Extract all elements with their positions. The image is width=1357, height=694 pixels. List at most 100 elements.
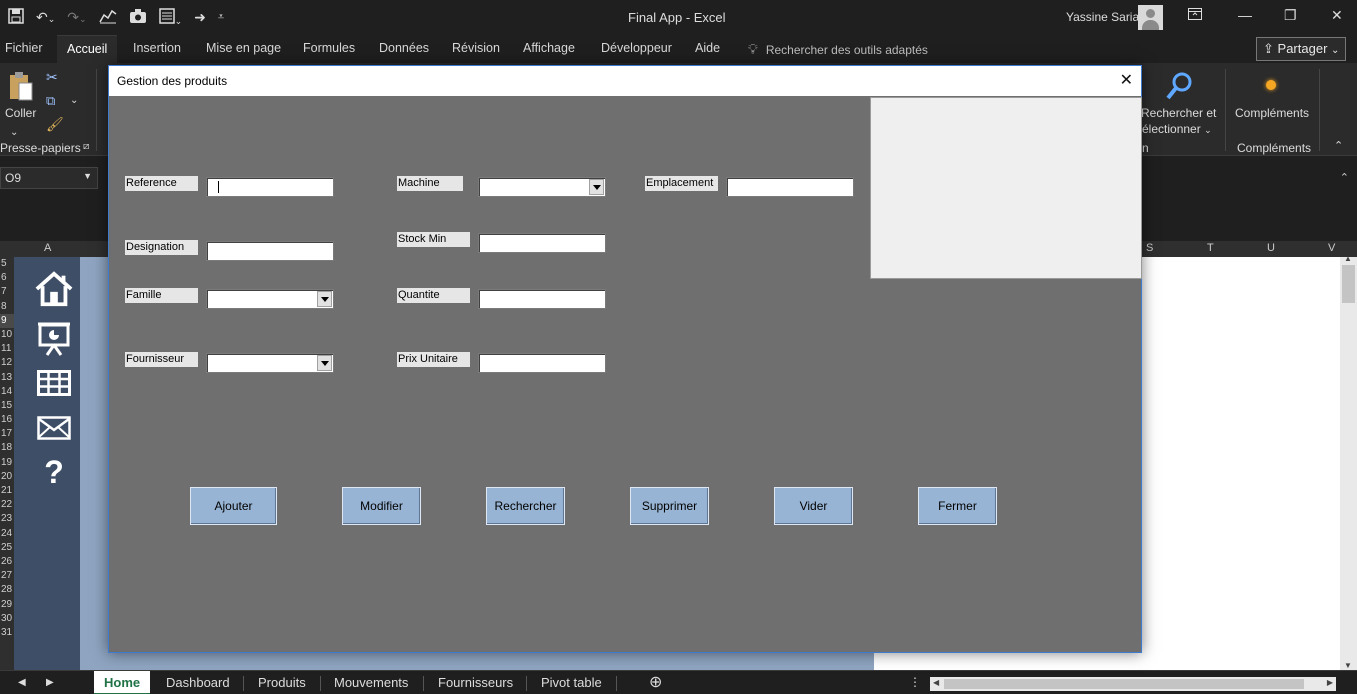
sheet-tab-pivot-table[interactable]: Pivot table	[541, 675, 602, 690]
save-icon[interactable]	[8, 7, 24, 27]
presentation-chart-icon[interactable]	[34, 319, 74, 359]
row-header[interactable]: 25	[0, 541, 14, 555]
tab-fichier[interactable]: Fichier	[5, 41, 43, 55]
row-header[interactable]: 27	[0, 569, 14, 583]
customize-qat-icon[interactable]: ⩡	[218, 11, 224, 24]
quantite-input[interactable]	[478, 289, 606, 309]
scroll-thumb[interactable]	[944, 679, 1304, 689]
copy-icon[interactable]: ⧉	[46, 93, 55, 109]
horizontal-scrollbar[interactable]: ◀ ▶	[930, 677, 1336, 691]
scroll-down-icon[interactable]: ▼	[1344, 661, 1352, 670]
supprimer-button[interactable]: Supprimer	[630, 487, 709, 525]
search-icon[interactable]	[1165, 71, 1193, 106]
tab-revision[interactable]: Révision	[452, 41, 500, 55]
column-header[interactable]: T	[1207, 242, 1214, 254]
sheet-tab-fournisseurs[interactable]: Fournisseurs	[438, 675, 513, 690]
chevron-down-icon[interactable]: ⌄	[10, 127, 18, 138]
chevron-down-icon[interactable]	[317, 355, 332, 371]
chevron-down-icon[interactable]: ▼	[83, 171, 92, 181]
row-header[interactable]: 8	[0, 300, 14, 314]
scroll-tabs-right-icon[interactable]: ▶	[46, 677, 54, 688]
fermer-button[interactable]: Fermer	[918, 487, 997, 525]
clipboard-launcher-icon[interactable]: ⧄	[83, 141, 89, 152]
scroll-tabs-left-icon[interactable]: ◀	[18, 677, 26, 688]
tell-me-search[interactable]: 💡︎ Rechercher des outils adaptés	[748, 41, 928, 58]
row-header[interactable]: 28	[0, 583, 14, 597]
vertical-scrollbar[interactable]: ▲ ▼	[1340, 254, 1357, 670]
undo-icon[interactable]: ↶⌄	[36, 9, 55, 26]
add-sheet-icon[interactable]: ⊕	[649, 672, 662, 692]
scroll-thumb[interactable]	[1342, 265, 1355, 303]
row-header[interactable]: 14	[0, 385, 14, 399]
form-icon[interactable]: ⌄	[158, 7, 182, 27]
find-select-label-1[interactable]: Rechercher et	[1141, 106, 1216, 120]
minimize-icon[interactable]: —	[1238, 7, 1252, 23]
paste-label[interactable]: Coller	[5, 106, 36, 120]
product-image-frame[interactable]	[870, 97, 1142, 279]
collapse-ribbon-icon[interactable]: ⌃	[1334, 139, 1343, 152]
mail-icon[interactable]	[34, 408, 74, 448]
scroll-up-icon[interactable]: ▲	[1344, 254, 1352, 263]
tab-formules[interactable]: Formules	[303, 41, 355, 55]
table-icon[interactable]	[34, 363, 74, 403]
tab-donnees[interactable]: Données	[379, 41, 429, 55]
chevron-down-icon[interactable]	[317, 291, 332, 307]
share-button[interactable]: ⇪ Partager ⌄	[1256, 37, 1346, 61]
tab-affichage[interactable]: Affichage	[523, 41, 575, 55]
row-header[interactable]: 17	[0, 427, 14, 441]
prix-unitaire-input[interactable]	[478, 353, 606, 373]
close-icon[interactable]: ✕	[1120, 70, 1133, 90]
row-header[interactable]: 18	[0, 441, 14, 455]
tab-accueil[interactable]: Accueil	[57, 35, 118, 63]
emplacement-input[interactable]	[726, 177, 854, 197]
add-ins-button[interactable]: Compléments	[1235, 106, 1309, 120]
forward-arrow-icon[interactable]: ➜	[194, 9, 206, 26]
row-header[interactable]: 30	[0, 612, 14, 626]
column-header[interactable]: S	[1146, 242, 1153, 254]
scroll-right-icon[interactable]: ▶	[1327, 678, 1333, 687]
paste-icon[interactable]	[8, 71, 34, 103]
avatar[interactable]	[1138, 5, 1163, 30]
help-icon[interactable]: ?	[34, 452, 74, 492]
sheet-tab-dashboard[interactable]: Dashboard	[166, 675, 230, 690]
row-header[interactable]: 10	[0, 328, 14, 342]
sheet-tab-home[interactable]: Home	[94, 671, 151, 694]
modifier-button[interactable]: Modifier	[342, 487, 421, 525]
expand-formula-bar-icon[interactable]: ⌃	[1340, 171, 1349, 184]
fournisseur-combobox[interactable]	[206, 353, 334, 373]
name-box[interactable]: O9 ▼	[0, 167, 98, 189]
reference-input[interactable]	[206, 177, 334, 197]
row-header[interactable]: 5	[0, 257, 14, 271]
row-header[interactable]: 11	[0, 342, 14, 356]
column-header[interactable]: V	[1328, 242, 1335, 254]
row-header[interactable]: 16	[0, 413, 14, 427]
home-icon[interactable]	[34, 269, 74, 309]
row-header[interactable]: 20	[0, 470, 14, 484]
row-header[interactable]: 12	[0, 356, 14, 370]
row-header[interactable]: 31	[0, 626, 14, 640]
row-header[interactable]: 9	[0, 313, 14, 328]
row-header[interactable]: 29	[0, 598, 14, 612]
row-header[interactable]: 23	[0, 512, 14, 526]
row-header[interactable]: 21	[0, 484, 14, 498]
row-header[interactable]: 24	[0, 527, 14, 541]
cut-icon[interactable]: ✂	[46, 69, 58, 86]
ribbon-display-options-icon[interactable]	[1188, 7, 1202, 23]
find-select-label-2[interactable]: électionner ⌄	[1142, 122, 1212, 136]
vider-button[interactable]: Vider	[774, 487, 853, 525]
chart-icon[interactable]	[98, 8, 117, 27]
sheet-tab-produits[interactable]: Produits	[258, 675, 306, 690]
tab-developpeur[interactable]: Développeur	[601, 41, 672, 55]
row-header[interactable]: 22	[0, 498, 14, 512]
row-header[interactable]: 15	[0, 399, 14, 413]
row-header[interactable]: 26	[0, 555, 14, 569]
row-header[interactable]: 6	[0, 271, 14, 285]
row-header[interactable]: 13	[0, 371, 14, 385]
designation-input[interactable]	[206, 241, 334, 261]
close-window-icon[interactable]: ✕	[1331, 7, 1343, 24]
camera-icon[interactable]	[129, 8, 147, 27]
column-header[interactable]: A	[44, 242, 51, 254]
row-header[interactable]: 7	[0, 285, 14, 299]
column-header[interactable]: U	[1267, 242, 1275, 254]
row-header[interactable]: 19	[0, 456, 14, 470]
